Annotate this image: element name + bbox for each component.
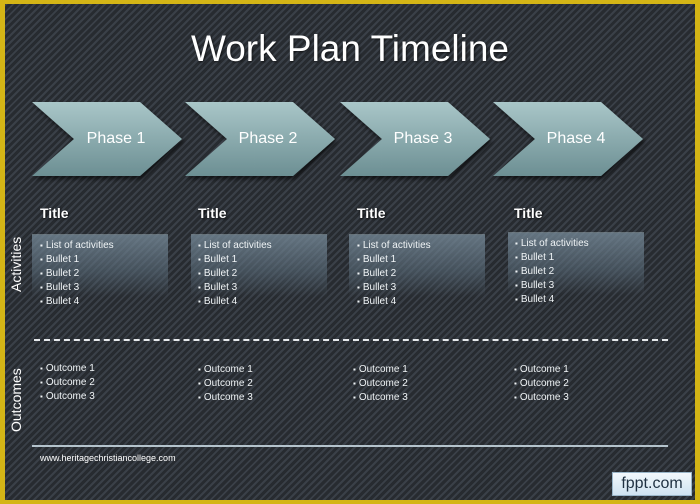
column-3-title: Title [357, 205, 386, 221]
phase-4-label: Phase 4 [546, 130, 606, 147]
column-1-activities-list: List of activities Bullet 1 Bullet 2 Bul… [40, 239, 114, 309]
outcome-item: Outcome 2 [40, 376, 95, 390]
activity-item: Bullet 1 [40, 253, 114, 267]
phase-3-label: Phase 3 [393, 130, 453, 147]
activity-item: List of activities [40, 239, 114, 253]
outcome-item: Outcome 2 [353, 377, 408, 391]
activity-item: Bullet 3 [198, 281, 272, 295]
column-2-activities-list: List of activities Bullet 1 Bullet 2 Bul… [198, 239, 272, 309]
outcome-item: Outcome 3 [353, 391, 408, 405]
column-1-outcomes-list: Outcome 1 Outcome 2 Outcome 3 [40, 362, 95, 404]
activity-item: Bullet 3 [515, 279, 589, 293]
activity-item: List of activities [198, 239, 272, 253]
activity-item: List of activities [357, 239, 431, 253]
column-4-activities-list: List of activities Bullet 1 Bullet 2 Bul… [515, 237, 589, 307]
column-4-outcomes-list: Outcome 1 Outcome 2 Outcome 3 [514, 363, 569, 405]
activity-item: Bullet 1 [515, 251, 589, 265]
outcomes-side-label: Outcomes [8, 368, 24, 432]
outcome-item: Outcome 1 [514, 363, 569, 377]
activity-item: Bullet 4 [357, 295, 431, 309]
activities-side-label: Activities [8, 236, 24, 292]
outcome-item: Outcome 3 [40, 390, 95, 404]
activity-item: Bullet 2 [198, 267, 272, 281]
dashed-divider [34, 339, 668, 341]
outcome-item: Outcome 2 [198, 377, 253, 391]
outcome-item: Outcome 1 [353, 363, 408, 377]
activity-item: Bullet 4 [198, 295, 272, 309]
activity-item: Bullet 3 [40, 281, 114, 295]
footer-divider [32, 445, 668, 447]
outcome-item: Outcome 2 [514, 377, 569, 391]
outcome-item: Outcome 3 [198, 391, 253, 405]
activity-item: List of activities [515, 237, 589, 251]
column-4-title: Title [514, 205, 543, 221]
activity-item: Bullet 3 [357, 281, 431, 295]
activity-item: Bullet 1 [198, 253, 272, 267]
column-2-title: Title [198, 205, 227, 221]
website-url[interactable]: www.heritagechristiancollege.com [40, 453, 176, 463]
column-2-outcomes-list: Outcome 1 Outcome 2 Outcome 3 [198, 363, 253, 405]
column-3-activities-list: List of activities Bullet 1 Bullet 2 Bul… [357, 239, 431, 309]
column-3-outcomes-list: Outcome 1 Outcome 2 Outcome 3 [353, 363, 408, 405]
phase-1-label: Phase 1 [86, 130, 146, 147]
outcome-item: Outcome 3 [514, 391, 569, 405]
activity-item: Bullet 4 [40, 295, 114, 309]
activity-item: Bullet 2 [357, 267, 431, 281]
activity-item: Bullet 2 [40, 267, 114, 281]
outcome-item: Outcome 1 [40, 362, 95, 376]
activity-item: Bullet 2 [515, 265, 589, 279]
activity-item: Bullet 1 [357, 253, 431, 267]
fppt-logo[interactable]: fppt.com [612, 472, 692, 496]
activity-item: Bullet 4 [515, 293, 589, 307]
outcome-item: Outcome 1 [198, 363, 253, 377]
phase-2-label: Phase 2 [238, 130, 298, 147]
column-1-title: Title [40, 205, 69, 221]
